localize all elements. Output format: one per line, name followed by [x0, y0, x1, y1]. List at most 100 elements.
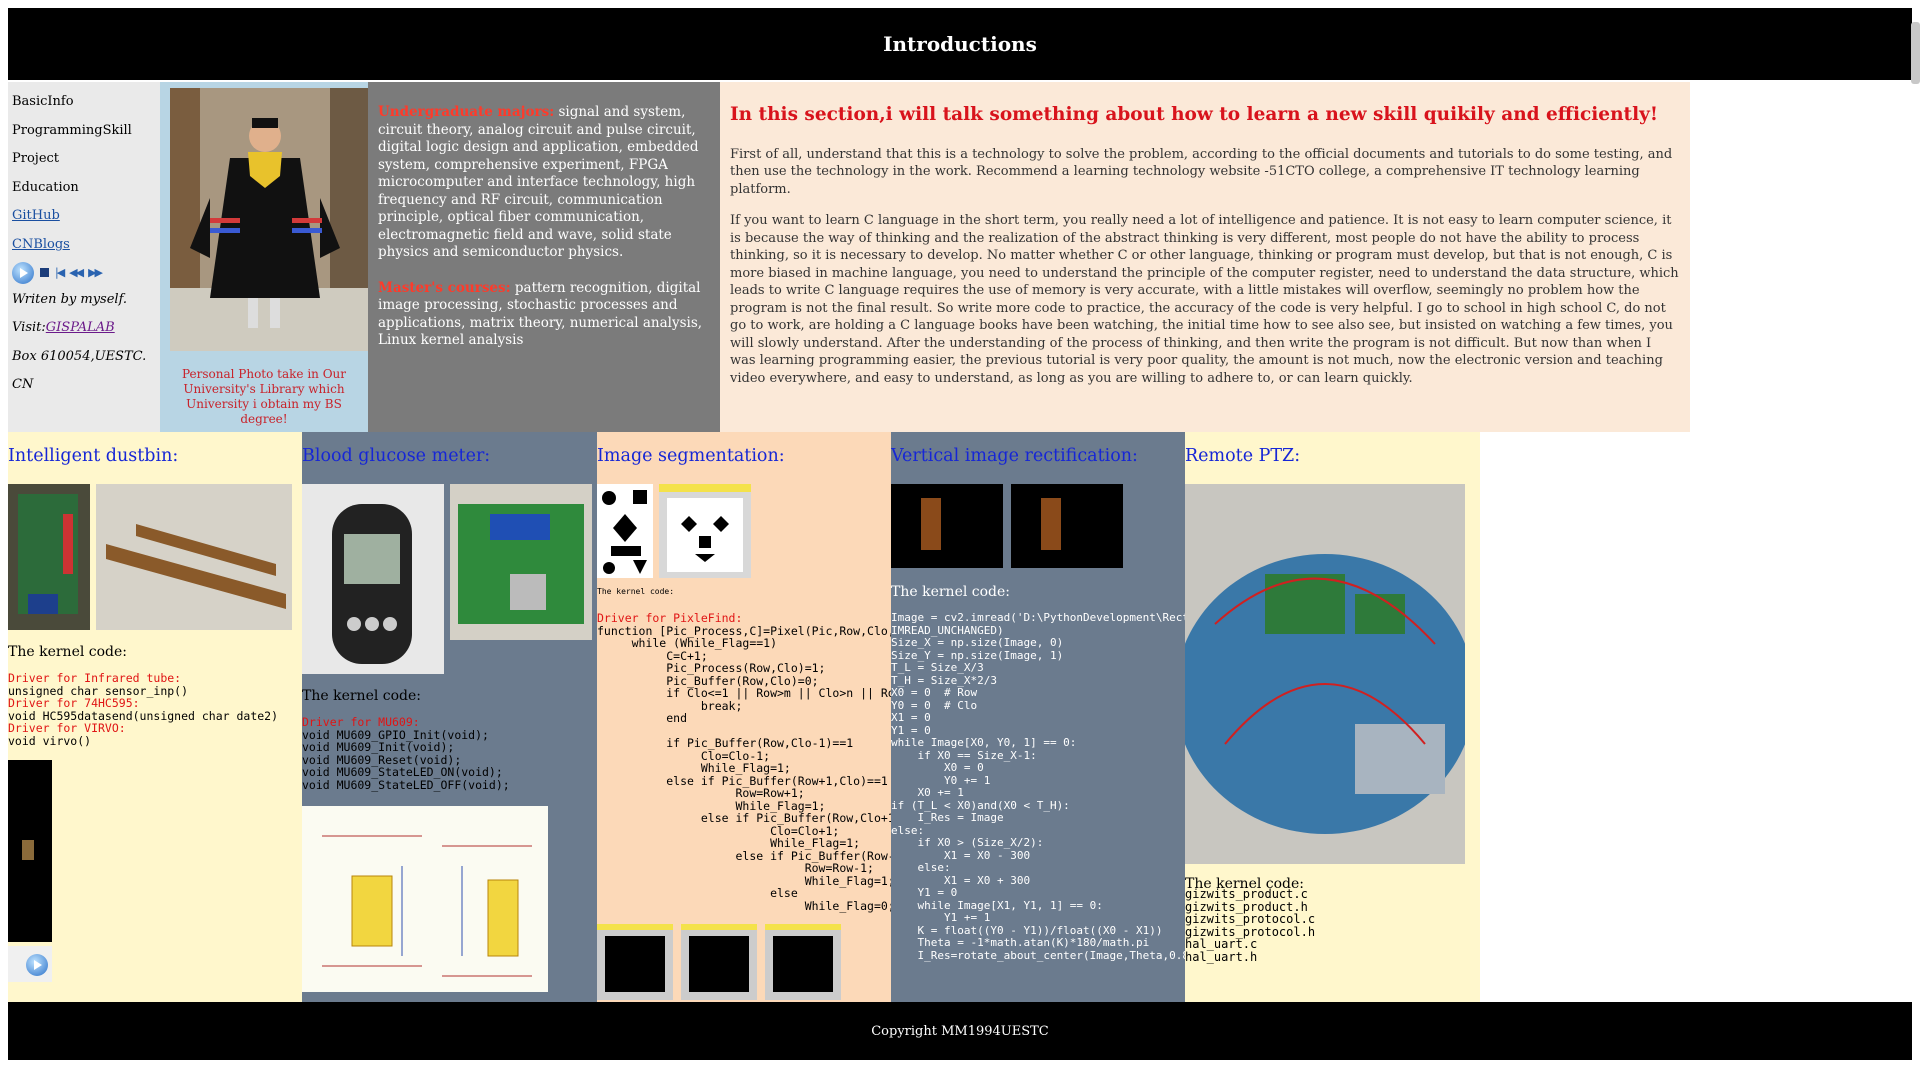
rectification-input-image — [891, 484, 1003, 568]
project-title: Image segmentation: — [597, 446, 785, 466]
kernel-code-label: The kernel code: — [597, 587, 675, 596]
result-window-2 — [681, 924, 757, 1000]
code-line: Y1 = 0 — [891, 886, 958, 899]
stop-icon[interactable] — [40, 268, 49, 278]
project-image-segmentation: Image segmentation: The kernel code: Dri… — [597, 432, 891, 1002]
code-line: Driver for VIRVO: — [8, 721, 126, 735]
shapes-graphic — [602, 490, 647, 574]
cnblogs-link[interactable]: CNBlogs — [12, 237, 70, 252]
code-line: if Pic_Buffer(Row,Clo-1)==1 — [597, 736, 854, 750]
dustbin-device-image — [8, 484, 90, 630]
graduate-figure-image — [170, 88, 368, 351]
learning-heading: In this section,i will talk something ab… — [730, 104, 1658, 125]
kernel-code-label: The kernel code: — [302, 688, 422, 704]
nav-item-programmingskill[interactable]: ProgrammingSkill — [12, 117, 160, 146]
profile-photo-panel: Personal Photo take in Our University's … — [160, 82, 368, 432]
github-link[interactable]: GitHub — [12, 208, 60, 223]
code-line: Y1 += 1 — [891, 911, 991, 924]
sensor-strip-graphic — [96, 484, 292, 630]
code-line: else: — [891, 861, 951, 874]
address: Box 610054,UESTC. CN — [12, 348, 147, 392]
code-line: void MU609_StateLED_OFF(void); — [302, 777, 510, 792]
segmentation-input-image — [597, 484, 653, 578]
project-vertical-image-rectification: Vertical image rectification: The kernel… — [891, 432, 1185, 1002]
video-play-icon[interactable] — [26, 954, 48, 976]
code-line: while (While_Flag==1) — [597, 636, 778, 650]
code-line: X0 = 0 — [891, 761, 984, 774]
kernel-code-block: Driver for MU609: void MU609_GPIO_Init(vo… — [302, 716, 510, 791]
kernel-code-block: gizwits_product.c gizwits_product.h gizwit… — [1185, 888, 1315, 963]
code-line: else — [597, 886, 798, 900]
ptz-graphic — [1185, 484, 1475, 864]
code-line: while Image[X0, Y0, 1] == 0: — [891, 736, 1077, 749]
learning-paragraph-2: If you want to learn C language in the s… — [730, 213, 1679, 386]
code-line: gizwits_product.c — [1185, 887, 1308, 901]
kernel-code-block: Driver for PixleFind: function [Pic_Proce… — [597, 612, 891, 912]
scrollbar-thumb[interactable] — [1911, 22, 1920, 84]
code-line: Driver for Infrared tube: — [8, 671, 182, 685]
nav-item-education[interactable]: Education — [12, 174, 160, 203]
page-header: Introductions — [8, 8, 1912, 80]
code-line: Pic_Process(Row,Clo)=1; — [597, 661, 826, 675]
learning-section: In this section,i will talk something ab… — [720, 82, 1690, 432]
code-line: X1 = 0 — [891, 711, 931, 724]
code-line: hal_uart.c — [1185, 937, 1258, 951]
project-title: Blood glucose meter: — [302, 446, 491, 466]
code-line: Row=Row-1; — [597, 861, 874, 875]
project-title: Vertical image rectification: — [891, 446, 1138, 466]
code-line: Driver for 74HC595: — [8, 696, 140, 710]
fast-forward-icon[interactable]: ▶▶ — [88, 266, 103, 279]
sensor-strip-image — [96, 484, 292, 630]
code-line: Driver for MU609: — [302, 715, 420, 729]
code-line: Y0 = 0 # Clo — [891, 698, 978, 712]
previous-track-icon[interactable]: |◀ — [55, 266, 65, 279]
code-line: While_Flag=1; — [597, 836, 861, 850]
video-player-controls — [8, 946, 52, 982]
undergraduate-majors: Undergraduate majors: signal and system,… — [378, 104, 699, 260]
project-blood-glucose-meter: Blood glucose meter: The kernel code: Dr… — [302, 432, 597, 1002]
code-line: I_Res = Image — [891, 811, 1004, 824]
code-line: void MU609_StateLED_ON(void); — [302, 765, 503, 779]
code-line: void MU609_Init(void); — [302, 740, 455, 754]
code-line: Row=Row+1; — [597, 786, 805, 800]
kernel-code-label: The kernel code: — [8, 644, 128, 660]
code-line: X0 = 0 # Row — [891, 686, 978, 699]
result-window-3 — [765, 924, 841, 1000]
code-line: gizwits_protocol.c — [1185, 912, 1316, 926]
code-line: void virvo() — [8, 733, 92, 748]
glucose-device-graphic — [302, 484, 444, 674]
glucose-pcb-image — [450, 484, 592, 640]
code-line: While_Flag=0; — [597, 898, 891, 913]
segmentation-output-window — [659, 484, 751, 578]
schematic-image — [302, 806, 548, 992]
project-title: Remote PTZ: — [1185, 446, 1301, 466]
play-icon[interactable] — [12, 261, 34, 284]
code-line: hal_uart.h — [1185, 949, 1258, 964]
photo-caption: Personal Photo take in Our University's … — [170, 367, 358, 427]
gispalab-link[interactable]: GISPALAB — [46, 320, 115, 335]
code-line: Size_X = np.size(Image, 0) — [891, 636, 1064, 649]
project-intelligent-dustbin: Intelligent dustbin: The kernel code: Dr… — [8, 432, 302, 1002]
learning-paragraph-1: First of all, understand that this is a … — [730, 146, 1673, 197]
code-line: Theta = -1*math.atan(K)*180/math.pi — [891, 936, 1150, 949]
code-line: if Clo<=1 || Row>m || Clo>n || Row<=1 — [597, 686, 891, 700]
nav-item-project[interactable]: Project — [12, 145, 160, 174]
sidebar-nav: BasicInfo ProgrammingSkill Project Educa… — [8, 82, 160, 432]
kernel-code-block: Driver for Infrared tube: unsigned char s… — [8, 672, 278, 747]
project-remote-ptz: Remote PTZ: The kernel code: gizwits_pro… — [1185, 432, 1480, 1002]
ptz-device-image — [1185, 484, 1475, 864]
nav-item-basicinfo[interactable]: BasicInfo — [12, 88, 160, 117]
code-line: T_L = Size_X/3 — [891, 661, 984, 674]
circuit-board-image — [8, 484, 90, 630]
code-line: Driver for PixleFind: — [597, 611, 743, 625]
copyright-text: Copyright MM1994UESTC — [871, 1023, 1049, 1039]
glucose-meter-image — [302, 484, 444, 674]
rewind-icon[interactable]: ◀◀ — [69, 266, 84, 279]
page-title: Introductions — [883, 32, 1037, 56]
kernel-code-block: Image = cv2.imread('D:\PythonDevelopment… — [891, 611, 1185, 962]
video-preview[interactable] — [8, 760, 52, 942]
schematic-graphic — [302, 806, 548, 992]
code-line: end — [597, 711, 688, 725]
code-line: else if Pic_Buffer(Row,Clo+1)==1 — [597, 811, 891, 825]
written-note: Writen by myself. — [12, 291, 128, 307]
